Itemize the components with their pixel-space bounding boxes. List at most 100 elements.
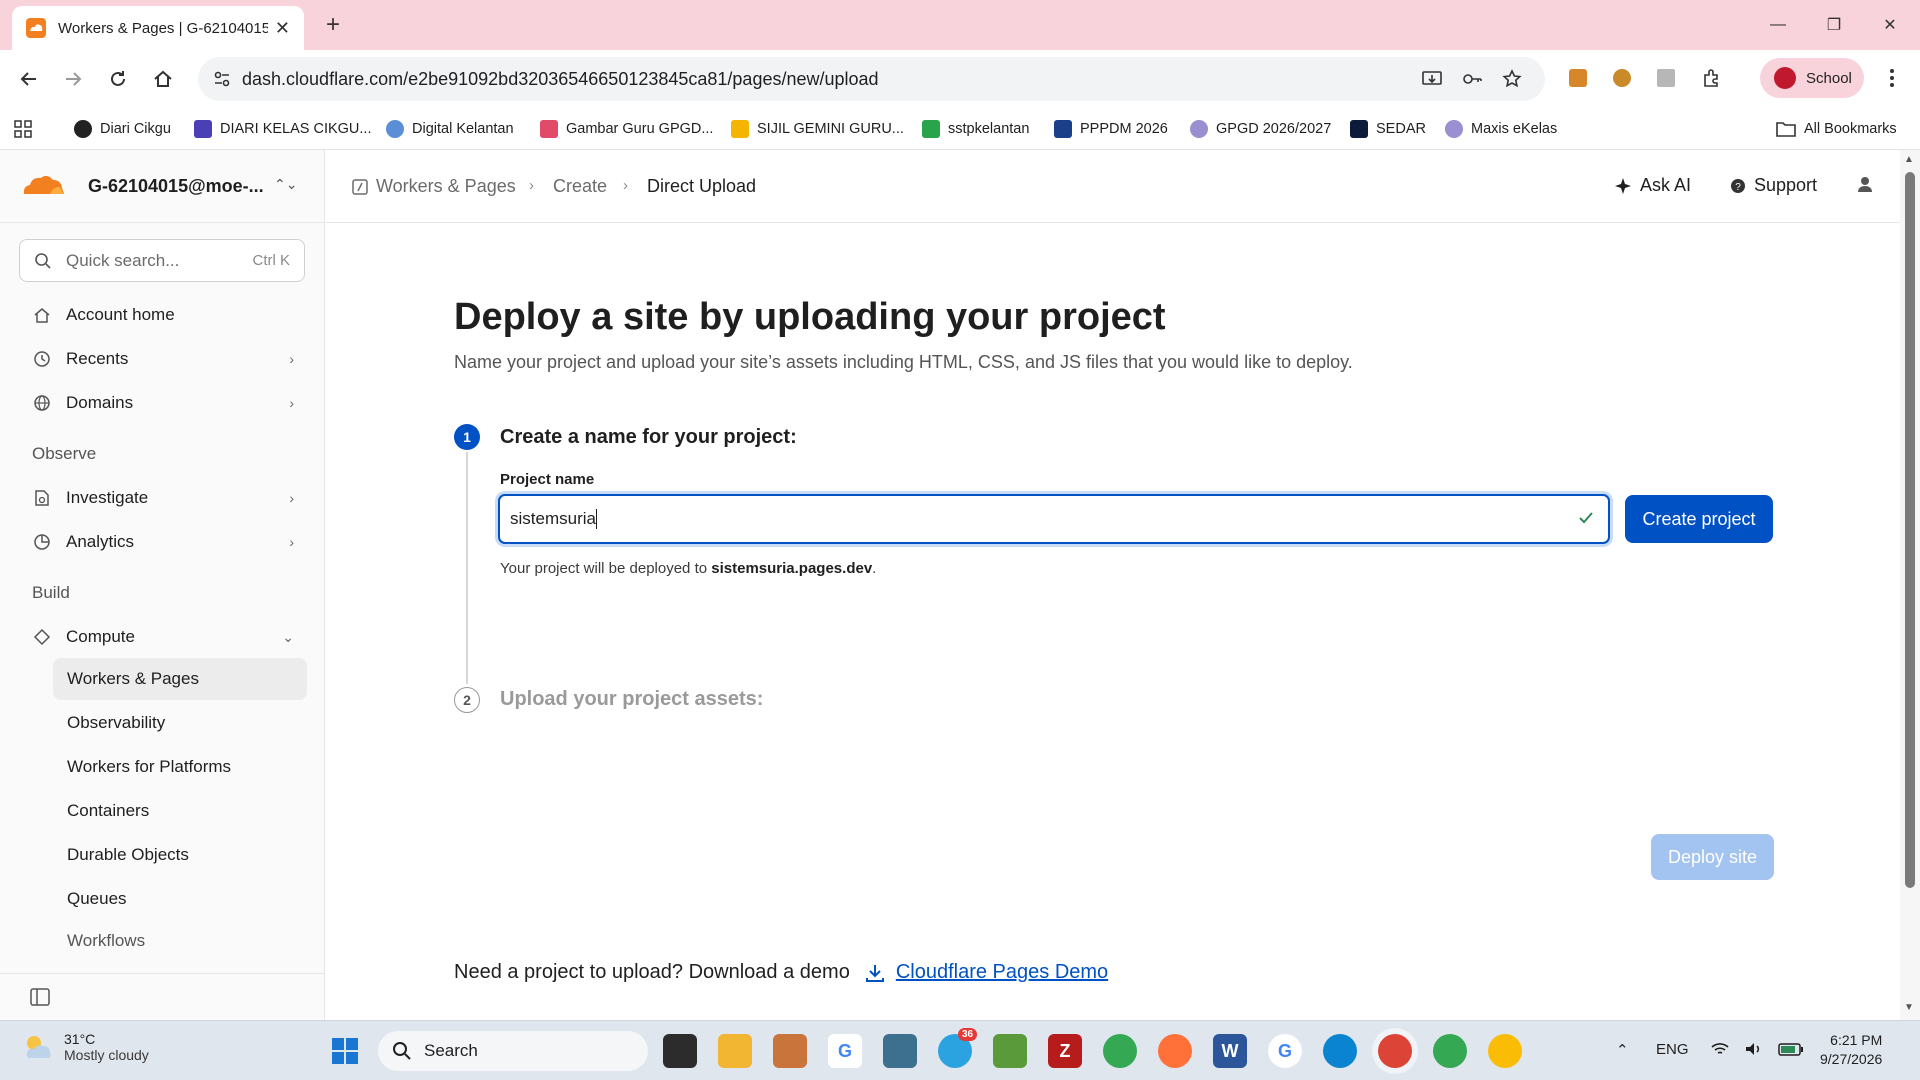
profile-button[interactable]: School bbox=[1760, 58, 1864, 98]
sidebar-item-investigate[interactable]: Investigate › bbox=[20, 478, 306, 518]
bookmark-favicon-icon bbox=[1445, 120, 1463, 138]
search-icon bbox=[393, 1042, 411, 1060]
support-button[interactable]: ? Support bbox=[1730, 175, 1817, 196]
project-name-input[interactable]: sistemsuria bbox=[498, 494, 1610, 544]
reload-button[interactable] bbox=[103, 64, 133, 94]
back-button[interactable] bbox=[14, 64, 44, 94]
chrome-icon[interactable] bbox=[1103, 1034, 1137, 1068]
sidebar-item-durable-objects[interactable]: Durable Objects bbox=[53, 834, 307, 876]
bookmark-favicon-icon bbox=[922, 120, 940, 138]
all-bookmarks-button[interactable]: All Bookmarks bbox=[1776, 118, 1897, 140]
create-project-button[interactable]: Create project bbox=[1625, 495, 1773, 543]
clock-date: 9/27/2026 bbox=[1820, 1051, 1883, 1067]
sidebar-item-account-home[interactable]: Account home bbox=[20, 295, 306, 335]
search-icon bbox=[35, 252, 51, 269]
google-drive-icon bbox=[731, 120, 749, 138]
user-profile-icon[interactable] bbox=[1856, 175, 1874, 193]
chrome-icon[interactable] bbox=[1433, 1034, 1467, 1068]
scrollbar-thumb[interactable] bbox=[1905, 172, 1915, 888]
browser-menu-icon[interactable] bbox=[1878, 64, 1906, 92]
google-app-icon[interactable]: G bbox=[828, 1034, 862, 1068]
deploy-url-note: Your project will be deployed to sistems… bbox=[500, 560, 877, 577]
sidebar-item-compute[interactable]: Compute ⌄ bbox=[20, 617, 306, 657]
extension-2-icon[interactable] bbox=[1608, 64, 1636, 92]
page-title: Deploy a site by uploading your project bbox=[454, 296, 1166, 338]
windows-start-icon[interactable] bbox=[328, 1034, 362, 1068]
word-icon[interactable]: W bbox=[1213, 1034, 1247, 1068]
download-icon[interactable] bbox=[864, 962, 886, 984]
bookmark-item[interactable]: Digital Kelantan bbox=[386, 118, 514, 140]
forward-button[interactable] bbox=[58, 64, 88, 94]
home-button[interactable] bbox=[148, 64, 178, 94]
minimize-window-button[interactable]: — bbox=[1750, 0, 1806, 50]
deploy-site-button[interactable]: Deploy site bbox=[1651, 834, 1774, 880]
extensions-puzzle-icon[interactable] bbox=[1698, 64, 1726, 92]
google-app-icon[interactable]: G bbox=[1268, 1034, 1302, 1068]
bookmark-item[interactable]: PPPDM 2026 bbox=[1054, 118, 1168, 140]
browser-tab[interactable]: Workers & Pages | G-62104015 ✕ bbox=[12, 6, 304, 50]
sidebar-item-containers[interactable]: Containers bbox=[53, 790, 307, 832]
install-app-icon[interactable] bbox=[1420, 67, 1444, 91]
apps-grid-icon[interactable] bbox=[14, 118, 32, 140]
sidebar-item-workers-for-platforms[interactable]: Workers for Platforms bbox=[53, 746, 307, 788]
app-icon[interactable] bbox=[883, 1034, 917, 1068]
site-settings-icon[interactable] bbox=[210, 67, 234, 91]
bookmark-item[interactable]: GPGD 2026/2027 bbox=[1190, 118, 1331, 140]
new-tab-button[interactable]: + bbox=[318, 10, 348, 40]
sidebar-item-domains[interactable]: Domains › bbox=[20, 383, 306, 423]
restore-window-button[interactable]: ❐ bbox=[1806, 0, 1862, 50]
page-scrollbar[interactable]: ▲ ▼ bbox=[1900, 150, 1920, 1020]
bookmark-item[interactable]: SEDAR bbox=[1350, 118, 1426, 140]
scroll-up-icon[interactable]: ▲ bbox=[1904, 154, 1914, 165]
bookmark-item[interactable]: Gambar Guru GPGD... bbox=[540, 118, 713, 140]
sidebar-item-observability[interactable]: Observability bbox=[53, 702, 307, 744]
cloudy-weather-icon bbox=[26, 1036, 51, 1058]
telegram-icon[interactable]: 36 bbox=[938, 1028, 978, 1068]
bookmark-item[interactable]: SIJIL GEMINI GURU... bbox=[731, 118, 904, 140]
language-indicator[interactable]: ENG bbox=[1656, 1041, 1689, 1058]
scroll-down-icon[interactable]: ▼ bbox=[1904, 1002, 1914, 1013]
bookmark-favicon-icon bbox=[194, 120, 212, 138]
bookmark-item[interactable]: Diari Cikgu bbox=[74, 118, 171, 140]
extension-1-icon[interactable] bbox=[1564, 64, 1592, 92]
tray-overflow-icon[interactable]: ⌃ bbox=[1616, 1041, 1629, 1059]
quick-search-input[interactable]: Quick search... Ctrl K bbox=[19, 239, 305, 282]
sidebar-item-workflows[interactable]: Workflows bbox=[53, 920, 307, 962]
weather-widget[interactable]: 31°C Mostly cloudy bbox=[22, 1031, 149, 1063]
app-icon[interactable] bbox=[993, 1034, 1027, 1068]
sidebar-item-analytics[interactable]: Analytics › bbox=[20, 522, 306, 562]
chrome-icon[interactable] bbox=[1488, 1034, 1522, 1068]
close-window-button[interactable]: ✕ bbox=[1862, 0, 1918, 50]
taskbar-search[interactable]: Search bbox=[378, 1031, 648, 1071]
edge-icon[interactable] bbox=[1323, 1034, 1357, 1068]
breadcrumb-workers-pages[interactable]: Workers & Pages bbox=[376, 176, 516, 197]
volume-icon[interactable] bbox=[1744, 1041, 1764, 1061]
account-switcher[interactable]: G-62104015@moe-... ⌃⌄ bbox=[0, 150, 325, 223]
ask-ai-button[interactable]: Ask AI bbox=[1614, 175, 1691, 196]
password-key-icon[interactable] bbox=[1460, 67, 1484, 91]
tab-title: Workers & Pages | G-62104015 bbox=[58, 19, 268, 37]
close-tab-icon[interactable]: ✕ bbox=[275, 18, 290, 39]
wifi-icon[interactable] bbox=[1710, 1041, 1730, 1061]
sidebar-item-queues[interactable]: Queues bbox=[53, 878, 307, 920]
file-explorer-icon[interactable] bbox=[718, 1034, 752, 1068]
sidebar-item-workers-pages[interactable]: Workers & Pages bbox=[53, 658, 307, 700]
address-bar[interactable]: dash.cloudflare.com/e2be91092bd320365466… bbox=[198, 57, 1545, 101]
browser-tab-strip: Workers & Pages | G-62104015 ✕ + — ❐ ✕ bbox=[0, 0, 1920, 50]
task-view-icon[interactable] bbox=[663, 1034, 697, 1068]
bookmark-star-icon[interactable] bbox=[1500, 67, 1524, 91]
bookmark-item[interactable]: DIARI KELAS CIKGU... bbox=[194, 118, 372, 140]
system-clock[interactable]: 6:21 PM 9/27/2026 bbox=[1820, 1031, 1882, 1069]
extension-3-icon[interactable] bbox=[1652, 64, 1680, 92]
chrome-active-icon[interactable] bbox=[1378, 1034, 1412, 1068]
bookmark-item[interactable]: sstpkelantan bbox=[922, 118, 1029, 140]
cloudflare-pages-demo-link[interactable]: Cloudflare Pages Demo bbox=[896, 961, 1108, 984]
app-icon[interactable] bbox=[773, 1034, 807, 1068]
sidebar-item-recents[interactable]: Recents › bbox=[20, 339, 306, 379]
firefox-icon[interactable] bbox=[1158, 1034, 1192, 1068]
bookmark-item[interactable]: Maxis eKelas bbox=[1445, 118, 1557, 140]
filezilla-icon[interactable]: Z bbox=[1048, 1034, 1082, 1068]
collapse-sidebar-icon[interactable] bbox=[30, 988, 50, 1011]
battery-charging-icon[interactable] bbox=[1778, 1041, 1804, 1061]
breadcrumb-create[interactable]: Create bbox=[553, 176, 607, 197]
